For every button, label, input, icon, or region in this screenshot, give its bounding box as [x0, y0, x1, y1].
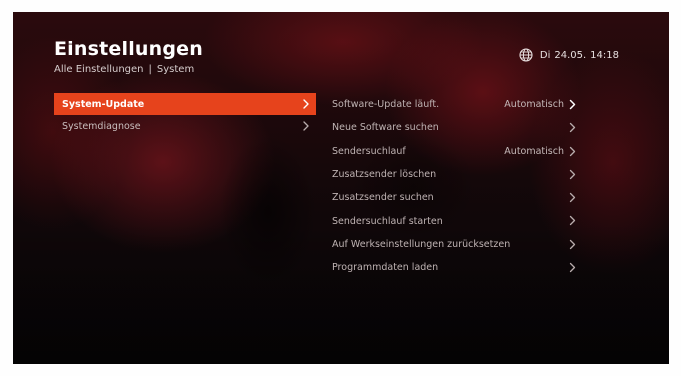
option-software-update[interactable]: Software-Update läuft. Automatisch — [332, 93, 578, 116]
page-title: Einstellungen — [54, 38, 203, 60]
tv-frame: Einstellungen Alle Einstellungen | Syste… — [0, 0, 681, 376]
option-label: Zusatzsender löschen — [332, 169, 437, 181]
option-zusatzsender-suchen[interactable]: Zusatzsender suchen — [332, 186, 578, 209]
chevron-right-icon — [569, 123, 576, 133]
options-list: Software-Update läuft. Automatisch Neue … — [332, 93, 578, 279]
option-werkseinstellungen[interactable]: Auf Werkseinstellungen zurücksetzen — [332, 233, 578, 256]
date-time: Di 24.05. 14:18 — [540, 50, 619, 61]
breadcrumb-root[interactable]: Alle Einstellungen — [54, 64, 144, 76]
option-label: Neue Software suchen — [332, 122, 439, 134]
breadcrumb: Alle Einstellungen | System — [54, 64, 203, 76]
option-sendersuchlauf-starten[interactable]: Sendersuchlauf starten — [332, 209, 578, 232]
option-neue-software-suchen[interactable]: Neue Software suchen — [332, 116, 578, 139]
page-header: Einstellungen Alle Einstellungen | Syste… — [54, 38, 203, 76]
chevron-right-icon — [569, 262, 576, 273]
option-value: Automatisch — [504, 99, 564, 111]
breadcrumb-current: System — [156, 64, 195, 75]
option-label: Software-Update läuft. — [332, 99, 440, 111]
option-value: Automatisch — [504, 145, 564, 157]
chevron-right-icon — [303, 121, 309, 131]
date-label: 24.05. — [554, 49, 587, 61]
menu-item-label: System-Update — [62, 98, 145, 110]
option-label: Sendersuchlauf starten — [332, 215, 443, 227]
status-bar: Di 24.05. 14:18 — [519, 48, 619, 62]
chevron-right-icon — [569, 216, 576, 226]
breadcrumb-separator: | — [148, 64, 152, 75]
chevron-right-icon — [569, 99, 576, 110]
chevron-right-icon — [569, 146, 576, 156]
chevron-right-icon — [569, 169, 576, 180]
chevron-right-icon — [569, 239, 576, 249]
option-label: Auf Werkseinstellungen zurücksetzen — [332, 238, 511, 250]
menu-item-label: Systemdiagnose — [62, 120, 141, 132]
time-label: 14:18 — [590, 49, 619, 61]
option-label: Sendersuchlauf — [332, 145, 406, 157]
chevron-right-icon — [569, 193, 576, 203]
chevron-right-icon — [303, 99, 309, 109]
globe-icon — [519, 48, 533, 62]
option-label: Zusatzsender suchen — [332, 192, 434, 204]
menu-item-system-update[interactable]: System-Update — [54, 93, 316, 115]
option-label: Programmdaten laden — [332, 262, 439, 274]
category-menu: System-Update Systemdiagnose — [54, 93, 316, 137]
option-zusatzsender-loeschen[interactable]: Zusatzsender löschen — [332, 163, 578, 186]
option-sendersuchlauf[interactable]: Sendersuchlauf Automatisch — [332, 140, 578, 163]
option-programmdaten-laden[interactable]: Programmdaten laden — [332, 256, 578, 279]
day-label: Di — [539, 49, 551, 61]
menu-item-systemdiagnose[interactable]: Systemdiagnose — [54, 115, 316, 137]
